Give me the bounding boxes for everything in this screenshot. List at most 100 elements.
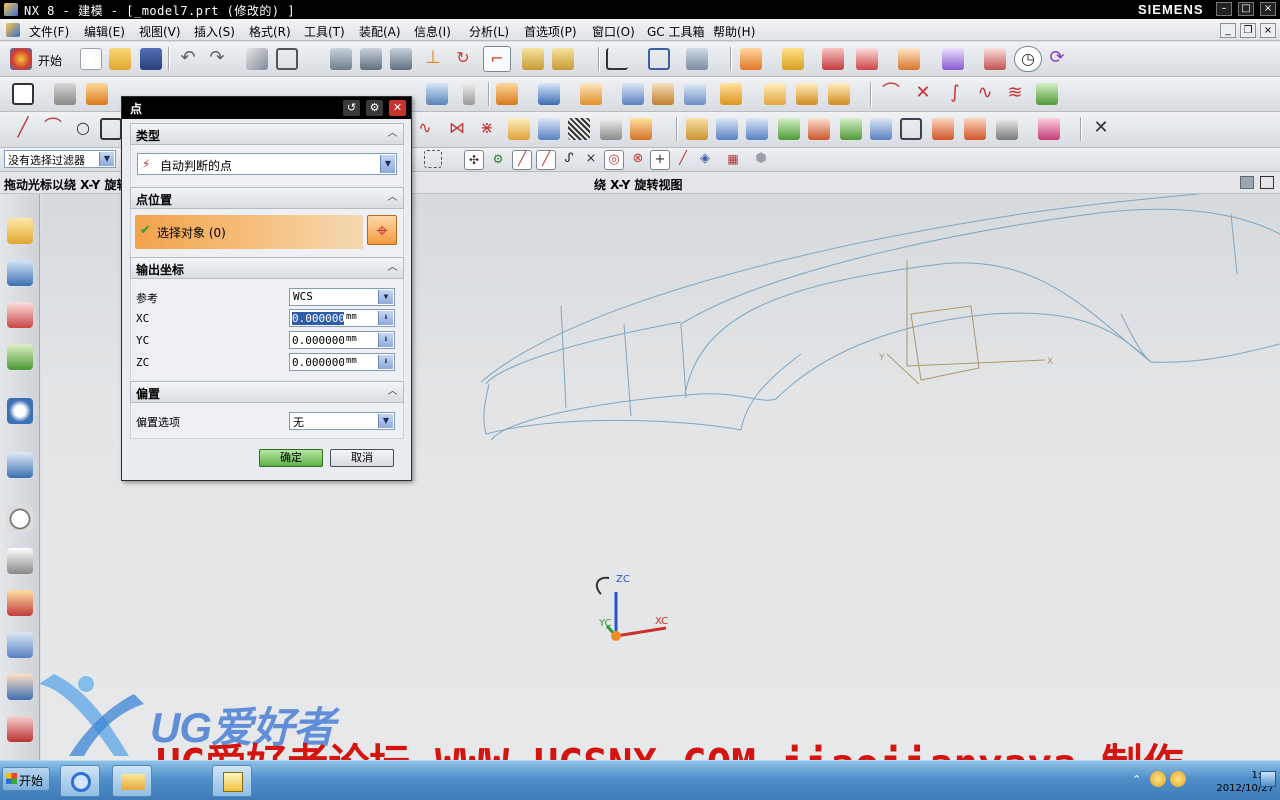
menu-gc-toolbox[interactable]: GC 工具箱 xyxy=(647,23,705,40)
menu-tools[interactable]: 工具(T) xyxy=(304,23,345,40)
section-point-location[interactable]: 点位置 ︿ xyxy=(130,187,404,209)
nx-app-icon[interactable] xyxy=(4,3,18,16)
window-layout-icon[interactable] xyxy=(276,48,298,70)
i-form-icon[interactable] xyxy=(746,118,768,140)
blend-icon[interactable] xyxy=(652,83,674,105)
section-offset[interactable]: 偏置 ︿ xyxy=(130,381,404,403)
sketch-icon[interactable] xyxy=(12,83,34,105)
chevron-down-icon[interactable]: ▼ xyxy=(378,290,393,304)
existing-point-icon[interactable]: + xyxy=(650,150,670,170)
save-icon[interactable] xyxy=(140,48,162,70)
minimize-window-button[interactable]: – xyxy=(1216,2,1232,16)
line-icon[interactable]: ╱ xyxy=(12,118,34,140)
through-mesh-icon[interactable]: ⋇ xyxy=(476,118,498,140)
menu-view[interactable]: 视图(V) xyxy=(139,23,181,40)
emboss-icon[interactable] xyxy=(828,83,850,105)
qq-tray-icon[interactable] xyxy=(1150,771,1166,787)
assembly-replace-icon[interactable] xyxy=(856,48,878,70)
wcs-rotate-icon[interactable]: ↻ xyxy=(452,48,474,70)
manufacturing-wizard-icon[interactable] xyxy=(7,632,33,658)
arc-center-icon[interactable]: ◎ xyxy=(604,150,624,170)
stitch-icon[interactable] xyxy=(808,118,830,140)
select-all-icon[interactable] xyxy=(424,150,442,168)
type-filter-combo[interactable]: 没有选择过滤器 ▼ xyxy=(4,150,116,168)
snap-point-toggle-icon[interactable]: ✣ xyxy=(464,150,484,170)
layer-settings-icon[interactable] xyxy=(330,48,352,70)
zc-value[interactable]: 0.0000000 xyxy=(292,356,344,369)
wcs-origin-icon[interactable]: ⊥ xyxy=(422,48,444,70)
reset-icon[interactable]: ↺ xyxy=(343,100,360,116)
offset-option-combo[interactable]: 无 ▼ xyxy=(289,412,395,430)
cylinder-icon[interactable] xyxy=(426,83,448,105)
point-constructor-crosshair-icon[interactable]: ⌖ xyxy=(367,215,397,245)
flange-icon[interactable] xyxy=(996,118,1018,140)
sweep-icon[interactable] xyxy=(508,118,530,140)
start-icon[interactable] xyxy=(10,48,32,70)
edit-surface-icon[interactable] xyxy=(686,118,708,140)
menu-analysis[interactable]: 分析(L) xyxy=(469,23,509,40)
n-sided-icon[interactable] xyxy=(538,118,560,140)
menu-file[interactable]: 文件(F) xyxy=(29,23,69,40)
thread-icon[interactable] xyxy=(463,83,475,105)
measure-angle-icon[interactable] xyxy=(552,48,574,70)
pattern-feature-icon[interactable] xyxy=(496,83,518,105)
section-type[interactable]: 类型 ︿ xyxy=(130,123,404,145)
ok-button[interactable]: 确定 xyxy=(259,449,323,467)
wcs-dynamic-icon[interactable]: ⌐ xyxy=(483,46,511,72)
hd3d-tools-icon[interactable] xyxy=(7,398,33,424)
extension-icon[interactable] xyxy=(630,118,652,140)
analysis-icon[interactable]: ✕ xyxy=(1090,118,1112,140)
move-layer-icon[interactable] xyxy=(360,48,382,70)
intersection-point-icon[interactable]: ⨯ xyxy=(582,150,600,170)
document-icon[interactable] xyxy=(6,23,20,37)
change-stiffness-icon[interactable] xyxy=(900,118,922,140)
collapse-icon[interactable]: ︿ xyxy=(385,385,400,399)
part-navigator-icon[interactable] xyxy=(7,302,33,328)
copy-layer-icon[interactable] xyxy=(390,48,412,70)
edit-object-icon[interactable] xyxy=(246,48,268,70)
system-materials-icon[interactable] xyxy=(7,548,33,574)
mesh-surface-icon[interactable] xyxy=(568,118,590,140)
split-body-icon[interactable] xyxy=(764,83,786,105)
doc-restore-button[interactable]: ❐ xyxy=(1240,23,1256,38)
chevron-down-icon[interactable]: ▼ xyxy=(99,152,114,166)
studio-spline-icon[interactable]: ∿ xyxy=(414,118,436,140)
clock-history-icon[interactable]: ◷ xyxy=(1014,46,1042,72)
shell-icon[interactable] xyxy=(622,83,644,105)
extrude-icon[interactable] xyxy=(86,83,108,105)
trim-body-icon[interactable] xyxy=(720,83,742,105)
arc-icon[interactable]: ⌒ xyxy=(42,118,64,140)
redo-icon[interactable]: ↷ xyxy=(206,48,228,70)
update-icon[interactable]: ⟳ xyxy=(1046,48,1068,70)
control-point-icon[interactable]: ᔑ xyxy=(560,150,578,170)
assembly-new-icon[interactable] xyxy=(782,48,804,70)
chamfer-icon[interactable] xyxy=(684,83,706,105)
constraint-navigator-icon[interactable] xyxy=(7,260,33,286)
close-icon[interactable]: ✕ xyxy=(389,100,406,116)
value-menu-icon[interactable]: ⬇ xyxy=(378,333,393,347)
quadrant-point-icon[interactable]: ⊗ xyxy=(628,150,648,170)
menu-information[interactable]: 信息(I) xyxy=(414,23,451,40)
assembly-add-icon[interactable] xyxy=(740,48,762,70)
intersection-curve-icon[interactable]: ✕ xyxy=(912,83,934,105)
fullscreen-icon[interactable] xyxy=(1260,176,1274,189)
doc-minimize-button[interactable]: _ xyxy=(1220,23,1236,38)
face-blend-icon[interactable] xyxy=(964,118,986,140)
cue-options-icon[interactable] xyxy=(1240,176,1254,189)
enlarge-icon[interactable] xyxy=(840,118,862,140)
select-object-row[interactable]: ✔ 选择对象 (0) xyxy=(135,215,363,249)
menu-edit[interactable]: 编辑(E) xyxy=(84,23,125,40)
cancel-button[interactable]: 取消 xyxy=(330,449,394,467)
section-curve-icon[interactable]: ∫ xyxy=(944,83,966,105)
assembly-explode-icon[interactable] xyxy=(984,48,1006,70)
reuse-library-icon[interactable] xyxy=(7,344,33,370)
menu-window[interactable]: 窗口(O) xyxy=(592,23,635,40)
type-combo[interactable]: ⚡ 自动判断的点 ▼ xyxy=(137,153,397,175)
change-degree-icon[interactable] xyxy=(870,118,892,140)
maximize-window-button[interactable]: □ xyxy=(1238,2,1254,16)
close-window-button[interactable]: × xyxy=(1260,2,1276,16)
value-menu-icon[interactable]: ⬇ xyxy=(378,311,393,325)
curve-on-surface-icon[interactable]: ⌒ xyxy=(880,83,902,105)
assembly-pattern-icon[interactable] xyxy=(898,48,920,70)
circle-icon[interactable]: ○ xyxy=(72,118,94,140)
